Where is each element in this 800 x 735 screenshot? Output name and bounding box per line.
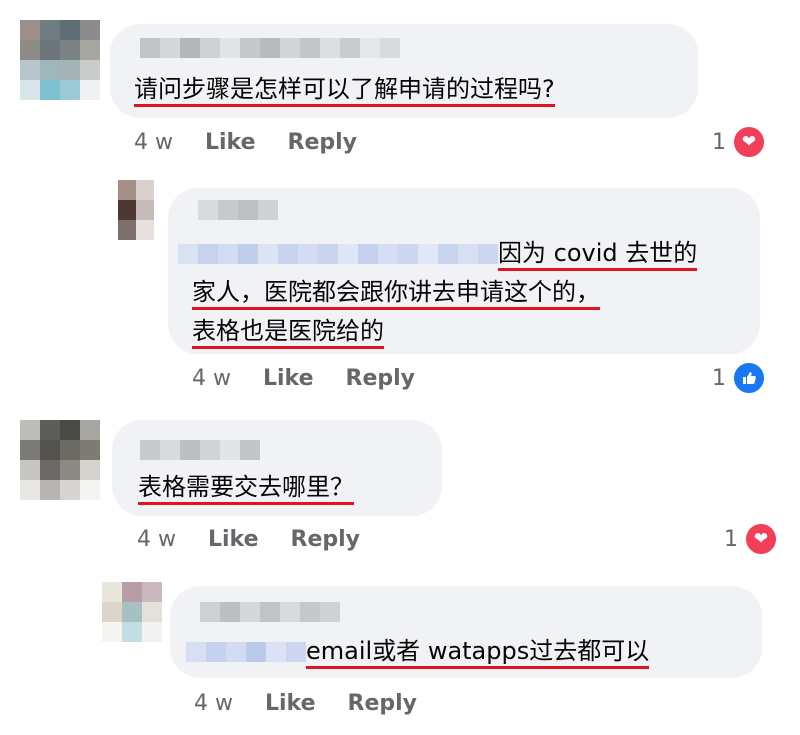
reaction-summary[interactable]: 1 ❤ [712, 125, 766, 159]
comment-actions: 4 w Like Reply [194, 691, 449, 716]
reaction-count: 1 [712, 365, 726, 391]
comment-text: 请问步骤是怎样可以了解申请的过程吗? [134, 70, 555, 108]
comment-text-line: 家人，医院都会跟你讲去申请这个的， [192, 273, 600, 311]
comment-text-line: 表格也是医院给的 [192, 312, 384, 350]
mention-blurred[interactable] [178, 244, 498, 264]
like-button[interactable]: Like [208, 527, 259, 552]
avatar[interactable] [20, 20, 100, 100]
reaction-summary[interactable]: 1 [712, 361, 766, 395]
comment-timestamp[interactable]: 4 w [137, 527, 176, 552]
comment-text-highlight: email或者 watapps过去都可以 [306, 637, 650, 669]
author-name-blurred[interactable] [198, 200, 278, 220]
reply-button[interactable]: Reply [346, 366, 416, 391]
heart-icon: ❤ [732, 125, 766, 159]
comment-text-line: email或者 watapps过去都可以 [186, 632, 650, 670]
comment-timestamp[interactable]: 4 w [134, 130, 173, 155]
avatar[interactable] [102, 582, 162, 642]
reply-button[interactable]: Reply [348, 691, 418, 716]
comment-timestamp[interactable]: 4 w [192, 366, 231, 391]
reply-button[interactable]: Reply [288, 130, 358, 155]
reaction-count: 1 [724, 526, 738, 552]
comment-actions: 4 w Like Reply [134, 130, 389, 155]
author-name-blurred[interactable] [200, 602, 340, 622]
mention-blurred[interactable] [186, 642, 306, 662]
avatar[interactable] [20, 420, 100, 500]
comment-text-line: 因为 covid 去世的 [178, 234, 698, 272]
comment-timestamp[interactable]: 4 w [194, 691, 233, 716]
comment-text: 表格需要交去哪里？ [138, 468, 354, 506]
reply-button[interactable]: Reply [291, 527, 361, 552]
like-button[interactable]: Like [263, 366, 314, 391]
avatar[interactable] [118, 180, 154, 240]
thumbs-up-icon [732, 361, 766, 395]
comment-actions: 4 w Like Reply [192, 366, 447, 391]
comment-text-highlight: 表格需要交去哪里？ [138, 473, 354, 505]
reaction-summary[interactable]: 1 ❤ [724, 522, 778, 556]
reaction-count: 1 [712, 129, 726, 155]
author-name-blurred[interactable] [140, 38, 400, 58]
comment-text-highlight: 家人，医院都会跟你讲去申请这个的， [192, 278, 600, 310]
like-button[interactable]: Like [265, 691, 316, 716]
heart-icon: ❤ [744, 522, 778, 556]
author-name-blurred[interactable] [140, 440, 260, 460]
comment-actions: 4 w Like Reply [137, 527, 392, 552]
like-button[interactable]: Like [205, 130, 256, 155]
comment-text-highlight: 请问步骤是怎样可以了解申请的过程吗? [134, 75, 555, 107]
comment-text-highlight: 因为 covid 去世的 [498, 239, 698, 271]
comment-text-highlight: 表格也是医院给的 [192, 317, 384, 349]
